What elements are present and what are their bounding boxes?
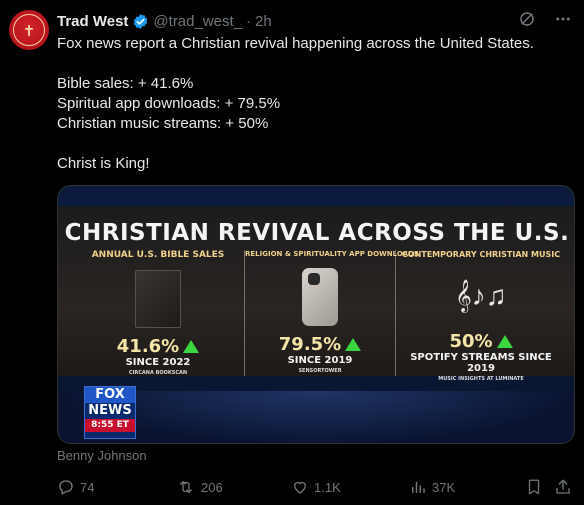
reply-count: 74 bbox=[80, 479, 95, 495]
more-icon[interactable] bbox=[554, 10, 572, 28]
stat-heading: RELIGION & SPIRITUALITY APP DOWNLOADS bbox=[245, 250, 419, 258]
stat-value: 50% bbox=[449, 331, 513, 352]
like-icon bbox=[294, 481, 306, 494]
tweet-line: Christian music streams: + 50% bbox=[57, 115, 269, 132]
up-arrow-icon bbox=[183, 340, 200, 353]
tweet-header: Trad West @trad_west_ · 2h bbox=[57, 11, 272, 31]
stat-value-text: 41.6% bbox=[116, 336, 180, 357]
stat-column-apps: RELIGION & SPIRITUALITY APP DOWNLOADS 79… bbox=[244, 250, 419, 376]
reply-button[interactable]: 74 bbox=[57, 478, 94, 496]
author-name[interactable]: Trad West bbox=[57, 13, 128, 30]
cross-icon: ✝ bbox=[22, 23, 36, 40]
bookmark-icon bbox=[528, 479, 540, 495]
grok-icon[interactable] bbox=[518, 10, 536, 28]
reply-icon bbox=[59, 480, 73, 495]
views-button[interactable]: 37K bbox=[409, 478, 455, 496]
repost-button[interactable]: 206 bbox=[176, 478, 223, 496]
view-count: 37K bbox=[432, 479, 456, 495]
tweet-text: Fox news report a Christian revival happ… bbox=[57, 34, 567, 174]
bible-icon bbox=[135, 270, 181, 328]
stat-source: CIRCANA BOOKSCAN bbox=[128, 370, 188, 376]
views-icon bbox=[412, 481, 425, 493]
stat-heading: ANNUAL U.S. BIBLE SALES bbox=[91, 250, 225, 260]
like-count: 1.1K bbox=[314, 479, 341, 495]
stat-source: MUSIC INSIGHTS AT LUMINATE bbox=[438, 376, 524, 382]
logo-line1: FOX bbox=[85, 387, 135, 403]
repost-icon bbox=[180, 481, 192, 493]
repost-count: 206 bbox=[201, 479, 223, 495]
tweet-line: Christ is King! bbox=[57, 155, 150, 172]
separator-dot: · bbox=[246, 12, 252, 30]
logo-time: 8:55 ET bbox=[85, 419, 135, 432]
bookmark-button[interactable] bbox=[525, 478, 543, 496]
up-arrow-icon bbox=[345, 338, 362, 351]
stat-value-text: 50% bbox=[449, 331, 493, 352]
like-button[interactable]: 1.1K bbox=[291, 478, 341, 496]
fox-news-logo: FOX NEWS 8:55 ET bbox=[84, 386, 136, 439]
stat-value: 79.5% bbox=[278, 334, 362, 355]
stat-value: 41.6% bbox=[116, 336, 200, 357]
top-right-actions bbox=[518, 10, 572, 28]
tweet-actions: 74 206 1.1K 37K bbox=[57, 478, 572, 498]
stat-source: SENSORTOWER bbox=[298, 368, 342, 374]
author-handle[interactable]: @trad_west_ bbox=[153, 13, 242, 30]
stat-since: SPOTIFY STREAMS SINCE 2019 bbox=[410, 352, 552, 374]
stat-since: SINCE 2022 bbox=[125, 357, 191, 368]
avatar[interactable]: ✝ bbox=[9, 10, 49, 50]
tweet-media-video[interactable]: CHRISTIAN REVIVAL ACROSS THE U.S. ANNUAL… bbox=[57, 185, 575, 444]
phone-icon bbox=[302, 268, 338, 326]
media-credit[interactable]: Benny Johnson bbox=[57, 448, 147, 463]
share-button[interactable] bbox=[554, 478, 572, 496]
music-notes-icon: 𝄞♪♫ bbox=[455, 280, 507, 311]
tweet-time[interactable]: 2h bbox=[255, 13, 272, 30]
broadcast-title: CHRISTIAN REVIVAL ACROSS THE U.S. bbox=[64, 220, 570, 246]
up-arrow-icon bbox=[496, 335, 513, 348]
tweet-line: Bible sales: + 41.6% bbox=[57, 75, 194, 92]
verified-badge-icon bbox=[134, 13, 148, 29]
share-icon bbox=[556, 479, 570, 494]
stat-value-text: 79.5% bbox=[278, 334, 342, 355]
stat-column-music: CONTEMPORARY CHRISTIAN MUSIC 𝄞♪♫ 50% SPO… bbox=[396, 250, 566, 382]
tweet-line: Fox news report a Christian revival happ… bbox=[57, 35, 534, 52]
stat-heading: CONTEMPORARY CHRISTIAN MUSIC bbox=[401, 250, 561, 259]
stat-column-bible: ANNUAL U.S. BIBLE SALES 41.6% SINCE 2022… bbox=[72, 250, 244, 376]
stat-since: SINCE 2019 bbox=[287, 355, 353, 366]
tweet-line: Spiritual app downloads: + 79.5% bbox=[57, 95, 281, 112]
logo-line2: NEWS bbox=[85, 403, 135, 419]
